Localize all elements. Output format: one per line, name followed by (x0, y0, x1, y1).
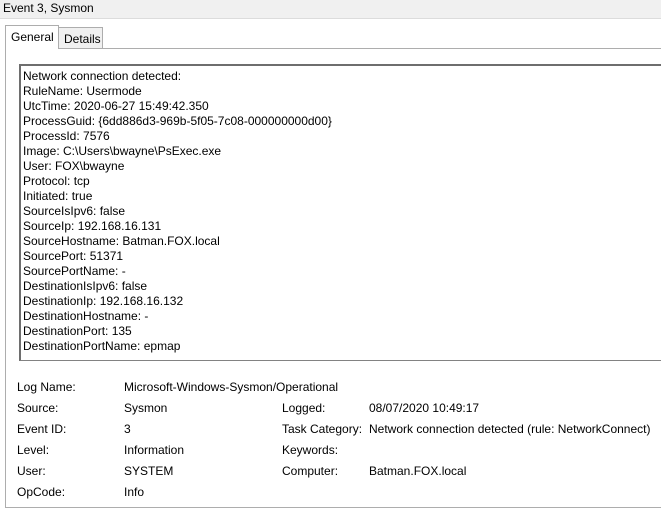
source-value[interactable]: Sysmon (124, 401, 167, 415)
description-line: Network connection detected: (23, 69, 182, 83)
description-line: User: FOX\bwayne (23, 159, 125, 173)
window-title-bar: Event 3, Sysmon (0, 0, 661, 19)
event-id-value[interactable]: 3 (124, 422, 131, 436)
log-name-label: Log Name: (17, 380, 76, 394)
description-line: SourcePortName: - (23, 264, 126, 278)
description-line: SourceIp: 192.168.16.131 (23, 219, 162, 233)
event-description-text: Network connection detected: RuleName: U… (23, 69, 332, 354)
description-line: UtcTime: 2020-06-27 15:49:42.350 (23, 99, 209, 113)
event-id-label: Event ID: (17, 422, 67, 436)
window-title: Event 3, Sysmon (3, 1, 94, 15)
description-line: Image: C:\Users\bwayne\PsExec.exe (23, 144, 222, 158)
opcode-value[interactable]: Info (124, 485, 144, 499)
source-label: Source: (17, 401, 59, 415)
event-description-box[interactable]: Network connection detected: RuleName: U… (19, 64, 661, 361)
description-line: DestinationIp: 192.168.16.132 (23, 294, 184, 308)
description-line: ProcessId: 7576 (23, 129, 110, 143)
description-line: ProcessGuid: {6dd886d3-969b-5f05-7c08-00… (23, 114, 332, 128)
tab-general[interactable]: General (5, 25, 59, 49)
keywords-label: Keywords: (282, 443, 339, 457)
description-line: SourceIsIpv6: false (23, 204, 126, 218)
description-line: DestinationHostname: - (23, 309, 149, 323)
description-line: Protocol: tcp (23, 174, 90, 188)
description-line: DestinationIsIpv6: false (23, 279, 148, 293)
opcode-label: OpCode: (17, 485, 66, 499)
user-value[interactable]: SYSTEM (124, 464, 173, 478)
tab-details[interactable]: Details (59, 27, 103, 48)
logged-value[interactable]: 08/07/2020 10:49:17 (369, 401, 479, 415)
task-category-label: Task Category: (282, 422, 363, 436)
description-line: SourceHostname: Batman.FOX.local (23, 234, 220, 248)
description-line: RuleName: Usermode (23, 84, 142, 98)
level-value[interactable]: Information (124, 443, 184, 457)
log-name-value[interactable]: Microsoft-Windows-Sysmon/Operational (124, 380, 338, 394)
computer-value[interactable]: Batman.FOX.local (369, 464, 466, 478)
description-line: SourcePort: 51371 (23, 249, 124, 263)
logged-label: Logged: (282, 401, 326, 415)
computer-label: Computer: (282, 464, 339, 478)
level-label: Level: (17, 443, 50, 457)
task-category-value[interactable]: Network connection detected (rule: Netwo… (369, 422, 650, 436)
description-line: DestinationPort: 135 (23, 324, 132, 338)
description-line: DestinationPortName: epmap (23, 339, 181, 353)
description-line: Initiated: true (23, 189, 93, 203)
user-label: User: (17, 464, 46, 478)
